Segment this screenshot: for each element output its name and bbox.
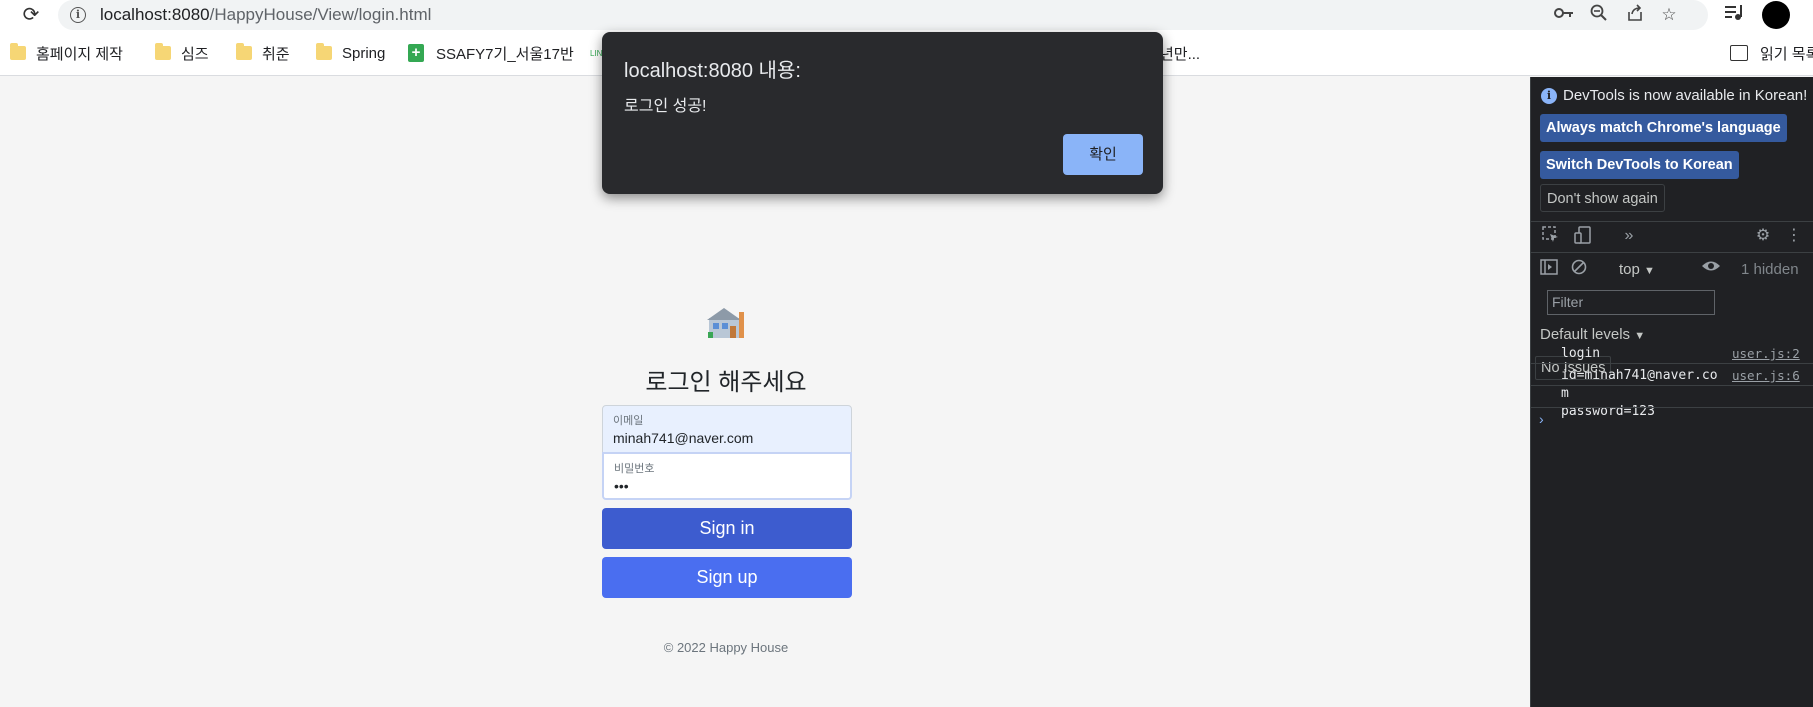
site-info-icon[interactable]: i [70,7,86,23]
address-bar[interactable]: i localhost:8080/HappyHouse/View/login.h… [58,0,1708,30]
reading-list-icon [1730,45,1748,61]
folder-icon [316,43,332,60]
url-path: /HappyHouse/View/login.html [209,5,432,24]
match-language-button[interactable]: Always match Chrome's language [1540,114,1787,142]
email-field[interactable]: 이메일 minah741@naver.com [602,405,852,453]
divider [1531,252,1813,253]
clear-console-icon[interactable] [1569,259,1589,279]
inspect-element-icon[interactable] [1541,226,1561,246]
password-label: 비밀번호 [614,463,655,475]
profile-avatar[interactable] [1762,1,1790,29]
dropdown-arrow-icon: ▼ [1644,265,1655,277]
url-text: localhost:8080/HappyHouse/View/login.htm… [100,5,431,25]
dialog-title: localhost:8080 내용: [624,60,801,82]
sign-up-button[interactable]: Sign up [602,557,852,598]
hidden-count[interactable]: 1 hidden [1741,261,1799,278]
log-line: m [1561,386,1569,401]
bookmark-label: 취준 [262,45,290,63]
dont-show-again-button[interactable]: Don't show again [1540,184,1665,212]
info-icon: i [1541,87,1557,104]
copyright-text: © 2022 Happy House [663,640,789,655]
login-title: 로그인 해주세요 [645,369,807,396]
settings-gear-icon[interactable]: ⚙ [1753,226,1773,246]
console-log-login: login [1561,346,1601,361]
email-value: minah741@naver.com [613,430,754,446]
url-host: localhost:8080 [100,5,210,24]
sheets-icon: + [408,44,424,62]
console-filter-input[interactable]: Filter [1547,290,1715,315]
divider [1531,221,1813,222]
bookmark-folder-sims[interactable]: 심즈 [155,42,209,64]
zoom-out-icon[interactable] [1588,4,1610,26]
password-field[interactable]: 비밀번호 ••• [602,452,852,500]
divider [1531,363,1813,364]
email-label: 이메일 [613,415,644,427]
bookmark-ssafy-sheet[interactable]: + SSAFY7기_서울17반 [408,42,574,64]
folder-icon [10,43,26,60]
media-control-icon[interactable] [1722,3,1746,27]
bookmark-folder-spring[interactable]: Spring [316,42,385,64]
log-levels-dropdown[interactable]: Default levels ▼ [1540,326,1645,343]
bookmark-folder-homepage[interactable]: 홈페이지 제작 [10,42,123,64]
bookmark-star-icon[interactable]: ☆ [1658,4,1680,26]
console-log-source[interactable]: user.js:6 [1732,368,1800,383]
divider [1531,407,1813,408]
more-tabs-icon[interactable]: » [1619,226,1639,246]
bookmark-label: 홈페이지 제작 [36,45,123,63]
devtools-panel: i DevTools is now available in Korean! A… [1530,77,1813,707]
live-expression-eye-icon[interactable] [1701,259,1721,279]
console-log-source[interactable]: user.js:2 [1732,346,1800,361]
house-logo-icon [706,304,746,340]
share-icon[interactable] [1624,4,1646,26]
bookmark-label: 심즈 [181,45,209,63]
reading-list[interactable]: 읽기 목록 [1730,42,1813,64]
context-selector[interactable]: top ▼ [1619,261,1655,278]
log-line: id=minah741@naver.co [1561,368,1718,383]
link-icon: LIN [590,48,603,58]
console-log-credentials: id=minah741@naver.co m password=123 [1561,367,1718,421]
switch-korean-button[interactable]: Switch DevTools to Korean [1540,151,1739,179]
bookmark-label: SSAFY7기_서울17반 [436,45,574,63]
alert-dialog: localhost:8080 내용: 로그인 성공! 확인 [602,32,1163,194]
password-value: ••• [614,478,629,494]
dialog-ok-button[interactable]: 확인 [1063,134,1143,175]
more-options-icon[interactable]: ⋮ [1784,226,1804,246]
bookmark-label: Spring [342,44,386,62]
reload-icon[interactable]: ⟳ [18,3,44,27]
log-levels-label: Default levels [1540,326,1631,343]
sign-in-button[interactable]: Sign in [602,508,852,549]
browser-toolbar: ⟳ i localhost:8080/HappyHouse/View/login… [0,0,1813,30]
folder-icon [155,43,171,60]
reading-list-label: 읽기 목록 [1760,45,1813,63]
log-line: password=123 [1561,404,1655,419]
devtools-notice: i DevTools is now available in Korean! [1541,87,1807,104]
bookmark-partial[interactable]: LIN [590,42,602,64]
console-prompt-icon[interactable]: › [1539,411,1544,427]
device-toggle-icon[interactable] [1573,226,1593,246]
bookmark-folder-jobs[interactable]: 취준 [236,42,290,64]
dialog-message: 로그인 성공! [624,98,707,115]
bookmark-label: 년만... [1160,45,1201,63]
key-icon[interactable] [1553,4,1575,26]
devtools-notice-text: DevTools is now available in Korean! [1563,87,1808,104]
show-sidebar-icon[interactable] [1539,259,1559,279]
context-label: top [1619,261,1640,278]
bookmark-partial-text[interactable]: 년만... [1160,42,1200,64]
folder-icon [236,43,252,60]
dropdown-arrow-icon: ▼ [1634,330,1646,342]
